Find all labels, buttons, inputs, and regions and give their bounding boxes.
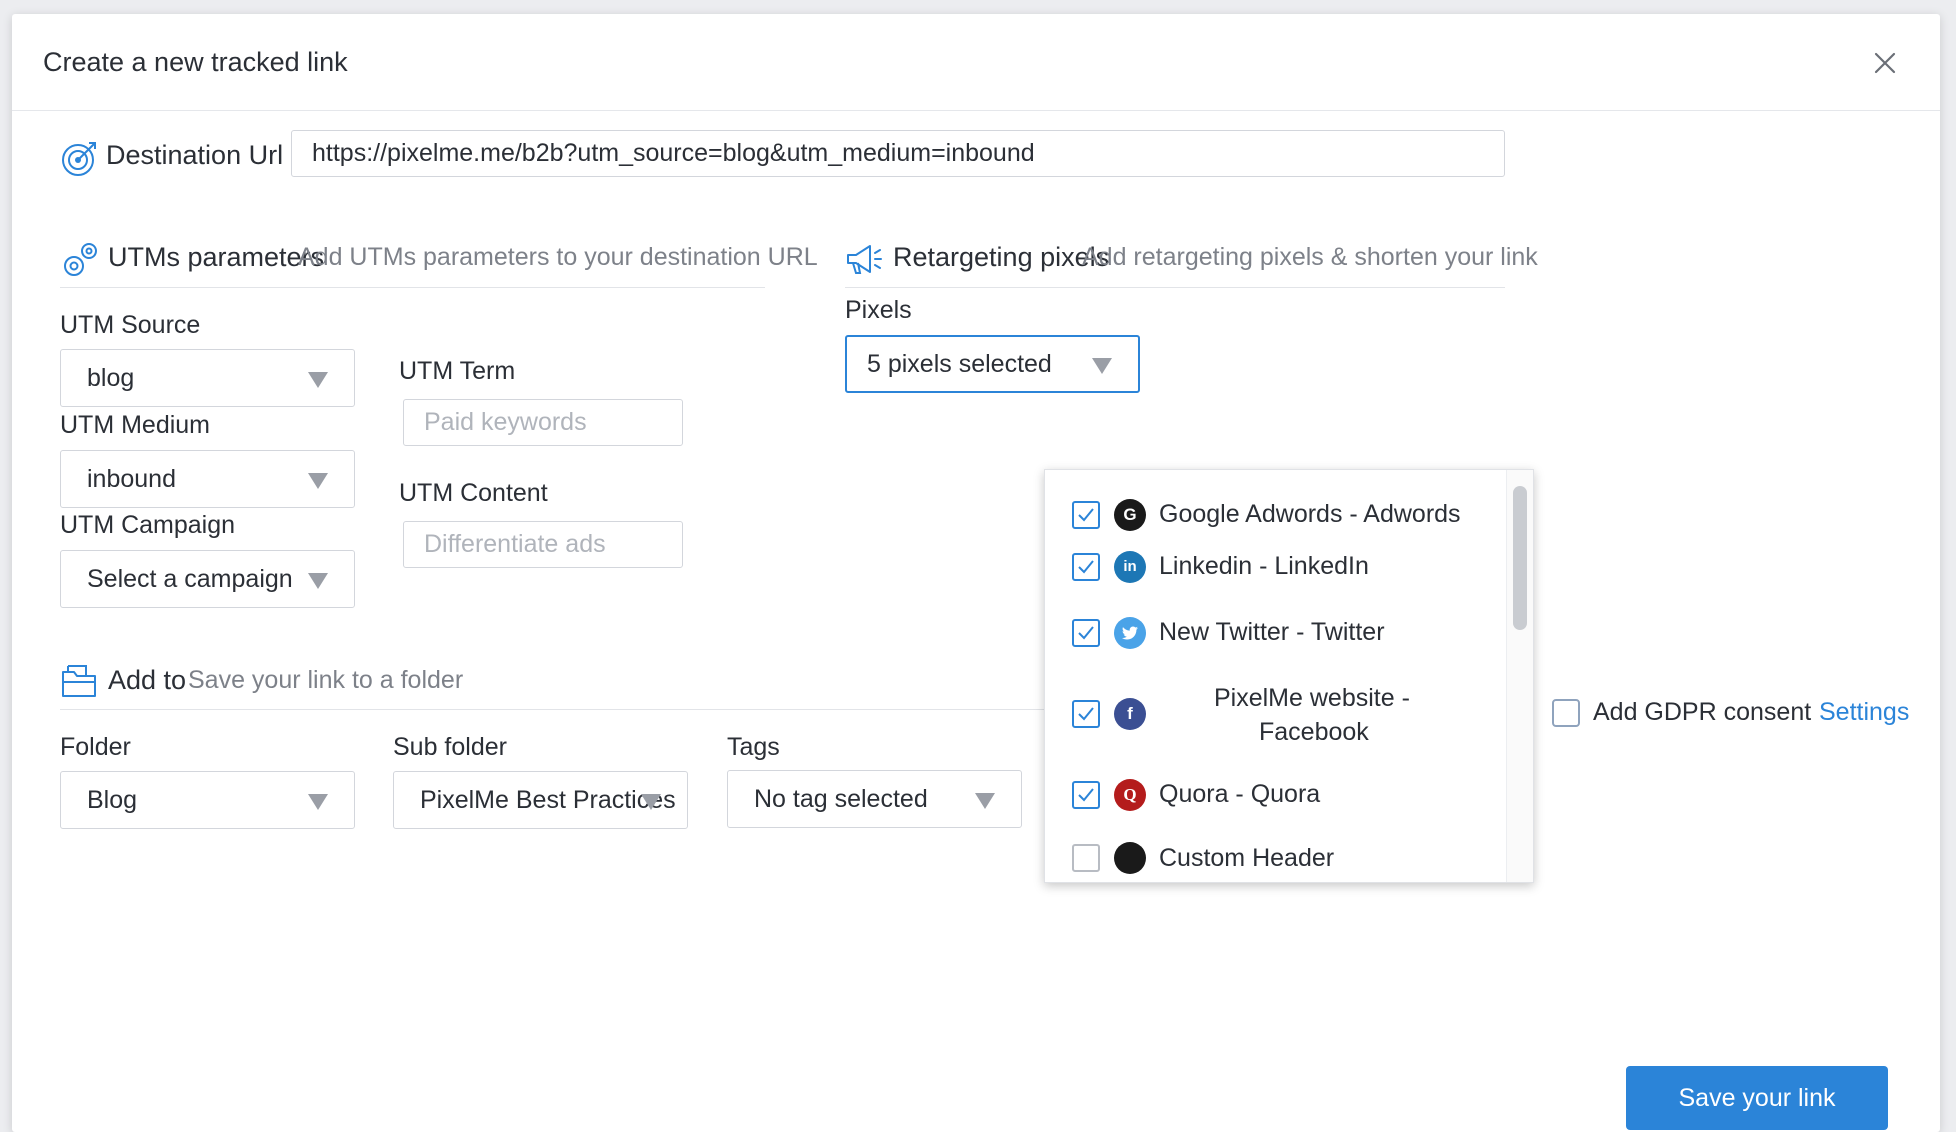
pixel-option-label: New Twitter - Twitter bbox=[1159, 618, 1385, 646]
tags-select-value: No tag selected bbox=[754, 785, 928, 813]
chevron-down-icon bbox=[641, 794, 661, 810]
checkmark-icon bbox=[1078, 626, 1094, 640]
pixel-option-label: Quora - Quora bbox=[1159, 780, 1321, 808]
folder-select-value: Blog bbox=[87, 786, 138, 814]
pixel-checkbox[interactable] bbox=[1072, 781, 1100, 809]
gdpr-consent-checkbox[interactable] bbox=[1552, 699, 1580, 727]
pixel-checkbox[interactable] bbox=[1072, 844, 1100, 872]
add-to-section-subtitle: Save your link to a folder bbox=[188, 666, 464, 694]
utm-medium-select[interactable]: inbound bbox=[60, 450, 355, 508]
utm-term-label: UTM Term bbox=[399, 357, 516, 385]
utm-content-label: UTM Content bbox=[399, 479, 548, 507]
utm-term-input[interactable] bbox=[403, 399, 683, 446]
checkmark-icon bbox=[1078, 707, 1094, 721]
chevron-down-icon bbox=[1092, 358, 1112, 374]
chevron-down-icon bbox=[308, 794, 328, 810]
retargeting-section-subtitle: Add retargeting pixels & shorten your li… bbox=[1082, 243, 1538, 271]
folder-icon bbox=[62, 665, 96, 697]
pixels-select-value: 5 pixels selected bbox=[867, 350, 1052, 378]
google-icon: G bbox=[1114, 499, 1146, 531]
subfolder-select-value: PixelMe Best Practices bbox=[420, 786, 676, 814]
pixel-option-facebook[interactable]: f PixelMe website - Facebook bbox=[1045, 650, 1495, 746]
pixels-dropdown: G Google Adwords - Adwords in Linkedin -… bbox=[1044, 469, 1534, 883]
utm-medium-value: inbound bbox=[87, 465, 176, 493]
utm-campaign-label: UTM Campaign bbox=[60, 511, 236, 539]
pixel-option-linkedin[interactable]: in Linkedin - LinkedIn bbox=[1045, 530, 1495, 590]
utm-content-input[interactable] bbox=[403, 521, 683, 568]
pixel-checkbox[interactable] bbox=[1072, 501, 1100, 529]
gears-icon bbox=[64, 243, 97, 276]
utm-source-label: UTM Source bbox=[60, 311, 201, 339]
close-icon bbox=[1874, 52, 1896, 74]
modal-header: Create a new tracked link bbox=[12, 14, 1940, 111]
pixel-checkbox[interactable] bbox=[1072, 553, 1100, 581]
chevron-down-icon bbox=[975, 793, 995, 809]
pixel-option-twitter[interactable]: New Twitter - Twitter bbox=[1045, 590, 1495, 650]
tags-select[interactable]: No tag selected bbox=[727, 770, 1022, 828]
chevron-down-icon bbox=[308, 372, 328, 388]
dropdown-scrollbar[interactable] bbox=[1506, 470, 1533, 882]
pixel-option-label: Custom Header bbox=[1159, 844, 1335, 872]
save-link-button[interactable]: Save your link bbox=[1626, 1066, 1888, 1130]
pixel-checkbox[interactable] bbox=[1072, 619, 1100, 647]
chevron-down-icon bbox=[308, 573, 328, 589]
destination-url-input[interactable] bbox=[291, 130, 1505, 177]
checkmark-icon bbox=[1078, 508, 1094, 522]
add-to-section-title: Add to bbox=[108, 665, 187, 695]
facebook-icon: f bbox=[1114, 698, 1146, 730]
pixels-label: Pixels bbox=[845, 296, 912, 324]
checkmark-icon bbox=[1078, 560, 1094, 574]
target-icon bbox=[62, 142, 96, 176]
twitter-icon bbox=[1114, 617, 1146, 649]
utm-source-value: blog bbox=[87, 364, 135, 392]
utm-divider bbox=[60, 287, 765, 288]
checkmark-icon bbox=[1078, 788, 1094, 802]
tags-label: Tags bbox=[727, 733, 780, 761]
gdpr-consent-label: Add GDPR consent bbox=[1593, 698, 1812, 726]
destination-url-label: Destination Url bbox=[106, 140, 284, 170]
quora-icon: Q bbox=[1114, 779, 1146, 811]
pixel-option-custom-header[interactable]: Custom Header bbox=[1045, 810, 1495, 882]
pixel-option-label: Linkedin - LinkedIn bbox=[1159, 552, 1369, 580]
folder-label: Folder bbox=[60, 733, 131, 761]
pixel-option-quora[interactable]: Q Quora - Quora bbox=[1045, 740, 1495, 811]
dropdown-scrollbar-thumb[interactable] bbox=[1513, 486, 1527, 630]
gdpr-settings-link[interactable]: Settings bbox=[1819, 698, 1909, 727]
utm-section-subtitle: Add UTMs parameters to your destination … bbox=[298, 243, 818, 271]
retargeting-divider bbox=[845, 287, 1505, 288]
subfolder-select[interactable]: PixelMe Best Practices bbox=[393, 771, 688, 829]
subfolder-label: Sub folder bbox=[393, 733, 507, 761]
utm-campaign-select[interactable]: Select a campaign bbox=[60, 550, 355, 608]
utm-medium-label: UTM Medium bbox=[60, 411, 211, 439]
create-link-modal: Create a new tracked link Destination Ur… bbox=[12, 14, 1940, 1132]
folder-select[interactable]: Blog bbox=[60, 771, 355, 829]
pixel-checkbox[interactable] bbox=[1072, 700, 1100, 728]
utm-source-select[interactable]: blog bbox=[60, 349, 355, 407]
pixel-option-google-adwords[interactable]: G Google Adwords - Adwords bbox=[1045, 470, 1495, 531]
utm-campaign-value: Select a campaign bbox=[87, 565, 293, 593]
modal-title: Create a new tracked link bbox=[43, 47, 348, 77]
retargeting-section-title: Retargeting pixels bbox=[893, 242, 1110, 272]
linkedin-icon: in bbox=[1114, 551, 1146, 583]
twitter-bird-icon bbox=[1122, 626, 1138, 640]
chevron-down-icon bbox=[308, 473, 328, 489]
megaphone-icon bbox=[847, 245, 882, 274]
custom-header-icon bbox=[1114, 842, 1146, 874]
pixel-option-label: Google Adwords - Adwords bbox=[1159, 500, 1461, 528]
close-button[interactable] bbox=[1870, 48, 1900, 78]
utm-section-title: UTMs parameters bbox=[108, 242, 325, 272]
pixels-select[interactable]: 5 pixels selected bbox=[845, 335, 1140, 393]
pixel-option-label-line1: PixelMe website - bbox=[1214, 684, 1410, 712]
